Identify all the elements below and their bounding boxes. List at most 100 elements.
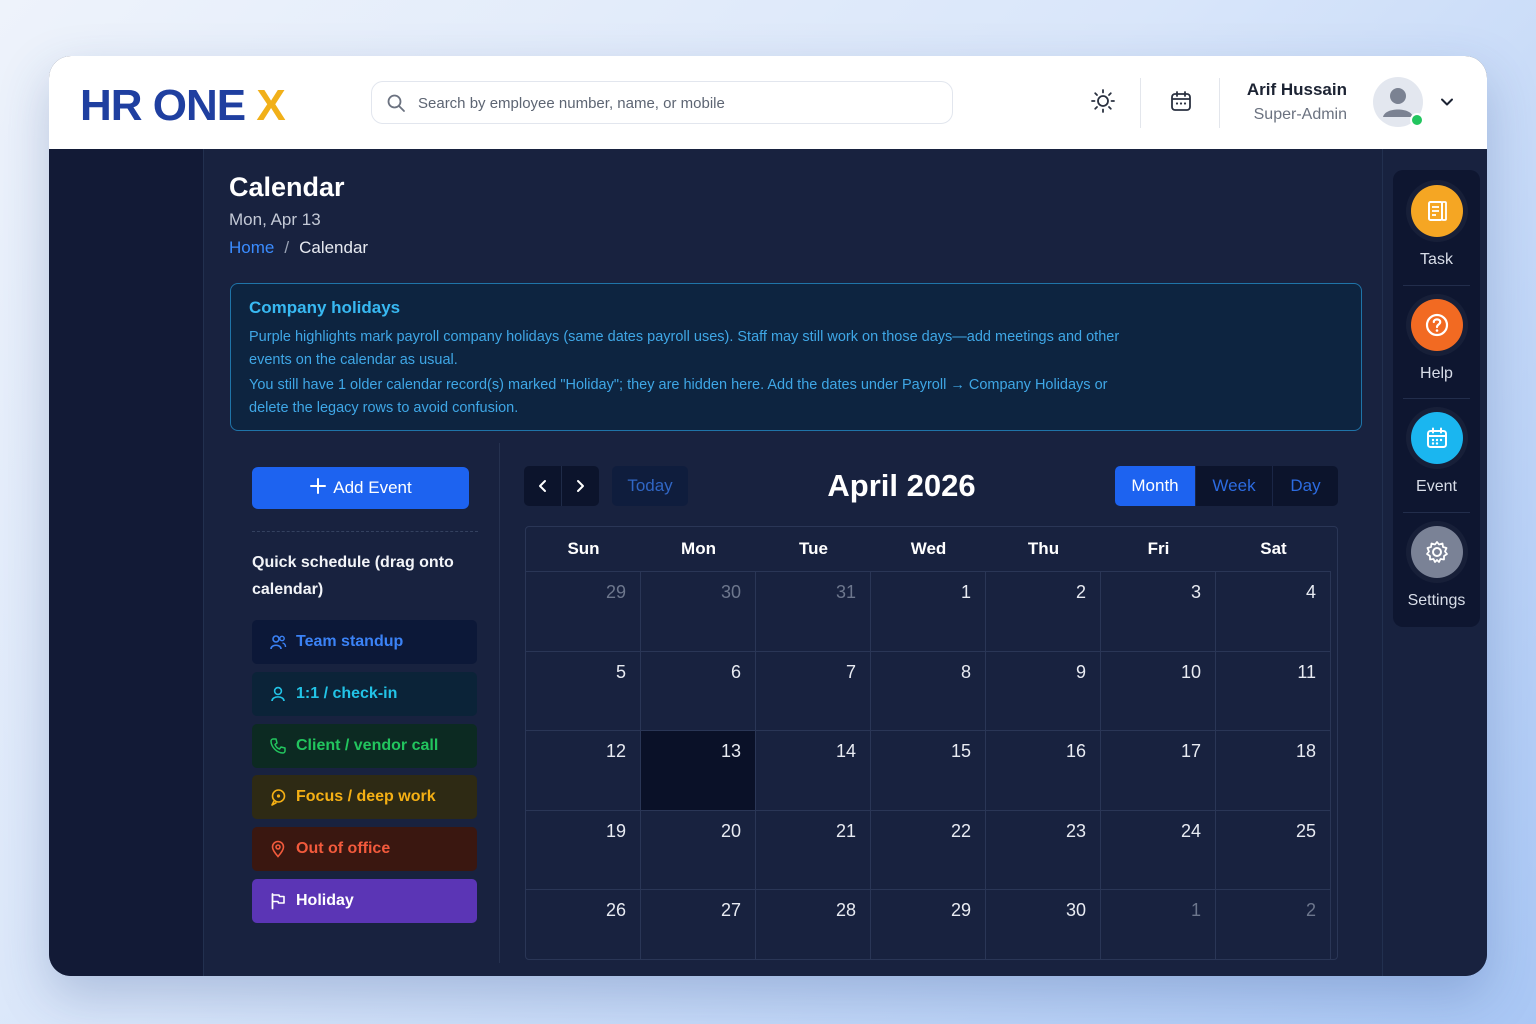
notice-text: You still have 1 older calendar record(s… — [249, 377, 1108, 416]
quick-action-help[interactable]: Help — [1393, 287, 1480, 397]
calendar-day[interactable]: 24 — [1101, 810, 1216, 891]
search-icon — [386, 93, 406, 118]
prev-month-button[interactable] — [524, 466, 561, 506]
calendar-day[interactable]: 4 — [1216, 572, 1331, 652]
day-number: 28 — [835, 900, 856, 921]
calendar-day[interactable]: 1 — [1101, 890, 1216, 959]
day-number: 31 — [835, 582, 856, 602]
view-week-button[interactable]: Week — [1196, 466, 1273, 506]
day-number: 13 — [720, 741, 741, 762]
calendar-day[interactable]: 23 — [986, 810, 1101, 891]
quick-action-label: Event — [1416, 478, 1457, 495]
calendar-day[interactable]: 2 — [986, 572, 1101, 652]
left-sidebar — [49, 149, 204, 976]
task-icon — [1411, 185, 1463, 237]
company-holidays-notice: Company holidays Purple highlights mark … — [230, 283, 1362, 431]
quick-schedule-item-label: Out of office — [296, 840, 391, 858]
calendar-day[interactable]: 1 — [871, 572, 986, 652]
today-button[interactable]: Today — [612, 466, 688, 506]
calendar-day[interactable]: 14 — [756, 731, 871, 811]
theme-toggle-button[interactable] — [1086, 86, 1120, 120]
day-number: 5 — [615, 661, 626, 682]
calendar-day[interactable]: 8 — [871, 651, 986, 732]
quick-action-event[interactable]: Event — [1393, 400, 1480, 510]
calendar-day[interactable]: 28 — [756, 890, 871, 959]
calendar-day[interactable]: 20 — [641, 810, 756, 891]
divider — [1403, 398, 1470, 399]
calendar-day[interactable]: 22 — [871, 810, 986, 891]
calendar-day[interactable]: 3 — [1101, 572, 1216, 652]
day-number: 11 — [1297, 661, 1316, 682]
view-day-button[interactable]: Day — [1273, 466, 1338, 506]
search-input[interactable] — [418, 90, 938, 116]
calendar-day[interactable]: 19 — [526, 810, 641, 891]
calendar-header-button[interactable] — [1164, 86, 1198, 120]
notice-title: Company holidays — [249, 298, 401, 317]
calendar-day[interactable]: 10 — [1101, 651, 1216, 732]
user-icon — [269, 685, 287, 703]
view-month-button[interactable]: Month — [1115, 466, 1196, 506]
day-number: 1 — [960, 582, 971, 602]
sun-icon — [1090, 88, 1116, 119]
flag-icon — [269, 892, 287, 910]
calendar-day[interactable]: 21 — [756, 810, 871, 891]
calendar-day[interactable]: 9 — [986, 651, 1101, 732]
weekday-header: Fri — [1101, 527, 1216, 572]
day-number: 25 — [1295, 820, 1316, 841]
calendar-day[interactable]: 26 — [526, 890, 641, 959]
calendar-day[interactable]: 11 — [1216, 651, 1331, 732]
calendar-day[interactable]: 30 — [986, 890, 1101, 959]
location-pin-icon — [269, 840, 287, 858]
day-number: 8 — [960, 661, 971, 682]
calendar-day[interactable]: 17 — [1101, 731, 1216, 811]
calendar-day[interactable]: 7 — [756, 651, 871, 732]
calendar-day[interactable]: 15 — [871, 731, 986, 811]
day-number: 2 — [1075, 582, 1086, 602]
calendar-day[interactable]: 2 — [1216, 890, 1331, 959]
calendar-day[interactable]: 31 — [756, 572, 871, 652]
quick-schedule-item[interactable]: Team standup — [252, 620, 477, 664]
calendar-day-today[interactable]: 13 — [641, 731, 756, 811]
quick-schedule-item[interactable]: Client / vendor call — [252, 723, 477, 768]
add-event-button[interactable]: Add Event — [252, 467, 469, 509]
quick-schedule-item[interactable]: Focus / deep work — [252, 775, 477, 820]
calendar-day[interactable]: 30 — [641, 572, 756, 652]
weekday-header: Sun — [526, 527, 641, 572]
day-number: 3 — [1190, 582, 1201, 602]
chevron-down-icon[interactable] — [1437, 92, 1457, 117]
divider — [1403, 511, 1470, 513]
calendar-day[interactable]: 12 — [526, 731, 641, 811]
weekday-header: Wed — [871, 527, 986, 572]
day-number: 23 — [1065, 820, 1086, 841]
calendar-day[interactable]: 25 — [1216, 810, 1331, 891]
day-number: 22 — [950, 820, 971, 841]
calendar-day[interactable]: 18 — [1216, 731, 1331, 811]
quick-schedule-item[interactable]: Holiday — [252, 879, 477, 923]
brand-logo[interactable]: HR ONE X — [80, 84, 286, 128]
calendar-day[interactable]: 29 — [526, 572, 641, 652]
breadcrumb-home-link[interactable]: Home — [229, 238, 274, 257]
month-grid: Sun Mon Tue Wed Thu Fri Sat 29 30 31 1 2 3 4 5 6 7 8 9 10 11… — [525, 526, 1338, 960]
day-number: 10 — [1180, 661, 1201, 682]
divider — [252, 531, 478, 532]
calendar-day[interactable]: 29 — [871, 890, 986, 959]
quick-action-task[interactable]: Task — [1393, 173, 1480, 283]
users-icon — [269, 633, 287, 651]
breadcrumb: Home / Calendar — [229, 238, 368, 258]
calendar-day[interactable]: 6 — [641, 651, 756, 732]
top-header: HR ONE X Arif Hussain Super-Admin — [49, 56, 1487, 149]
quick-action-settings[interactable]: Settings — [1393, 514, 1480, 624]
quick-schedule-item[interactable]: 1:1 / check-in — [252, 671, 477, 716]
next-month-button[interactable] — [561, 466, 598, 506]
calendar-day[interactable]: 27 — [641, 890, 756, 959]
quick-schedule-title: Quick schedule (drag onto calendar) — [252, 554, 454, 598]
notice-text: Purple highlights mark payroll company h… — [249, 329, 1120, 368]
help-icon — [1411, 298, 1463, 351]
calendar-day[interactable]: 16 — [986, 731, 1101, 811]
page-title: Calendar — [229, 172, 345, 202]
day-number: 29 — [605, 582, 626, 602]
calendar-day[interactable]: 5 — [526, 651, 641, 732]
day-number: 19 — [605, 820, 626, 841]
quick-schedule-item[interactable]: Out of office — [252, 827, 477, 872]
day-number: 16 — [1065, 741, 1086, 762]
